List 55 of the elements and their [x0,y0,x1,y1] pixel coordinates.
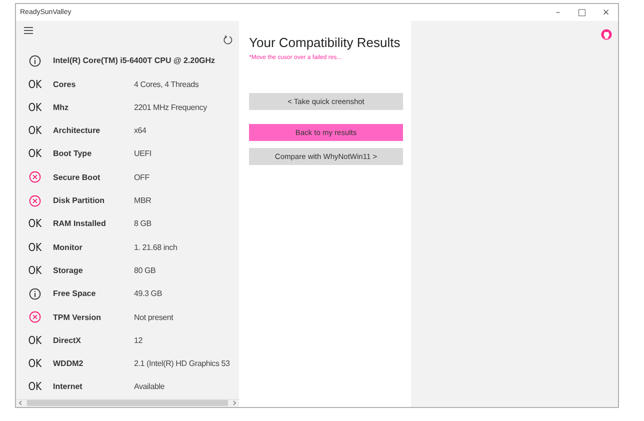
check-value: x64 [134,126,146,136]
ok-status: OK [28,357,42,370]
check-value: 80 GB [134,266,156,275]
check-label: Disk Partition [53,196,106,206]
check-value: 49.3 GB [134,289,162,298]
ok-status: OK [28,78,42,91]
check-value: Not present [134,312,174,322]
window-control[interactable]: × [594,4,618,21]
check-label: Free Space [53,289,97,298]
check-label: DirectX [53,336,82,345]
ok-status: OK [28,240,42,254]
cpu-name: Intel(R) Core(TM) i5-6400T CPU @ 2.20GHz [53,56,216,66]
check-value: 4 Cores, 4 Threads [134,80,199,89]
scroll-left-icon[interactable] [18,400,23,406]
check-label: RAM Installed [53,219,107,228]
check-label: Mhz [53,102,70,112]
check-label: Secure Boot [53,172,102,182]
check-value: MBR [134,196,152,206]
check-value: 8 GB [134,219,152,228]
results-title: Your Compatibility Results [249,35,402,50]
info-icon [28,54,40,67]
ok-status: OK [28,264,42,277]
check-label: Monitor [53,242,84,252]
scrollbar-thumb[interactable] [27,400,228,406]
check-value: 2201 MHz Frequency [134,102,207,112]
horizontal-scrollbar[interactable] [16,398,239,407]
error-icon [28,311,40,324]
check-value: 12 [134,336,142,345]
check-value: Available [134,382,165,392]
ok-status: OK [28,100,42,114]
check-label: TPM Version [53,312,102,322]
window-control[interactable]: □ [570,4,594,21]
window-control[interactable]: – [546,4,570,21]
github-icon[interactable] [601,29,612,40]
check-label: Architecture [53,126,102,136]
error-icon [28,194,40,207]
ok-status: OK [28,124,42,138]
check-value: OFF [134,172,150,182]
ok-status: OK [28,217,42,230]
ok-status: OK [28,334,42,347]
check-value: UEFI [134,149,152,158]
refresh-icon[interactable] [223,35,233,45]
check-label: Internet [53,382,84,392]
ok-status: OK [28,380,42,394]
info-icon [28,288,40,300]
check-label: WDDM2 [53,359,84,368]
check-label: Storage [53,266,84,275]
ok-status: OK [28,147,42,160]
check-label: Cores [53,80,77,89]
menu-icon[interactable] [24,27,33,34]
check-value: 1. 21.68 inch [134,242,178,252]
check-value: 2.1 (Intel(R) HD Graphics 53 [134,359,230,368]
scroll-right-icon[interactable] [232,400,237,406]
error-icon [28,171,40,184]
check-label: Boot Type [53,149,93,158]
